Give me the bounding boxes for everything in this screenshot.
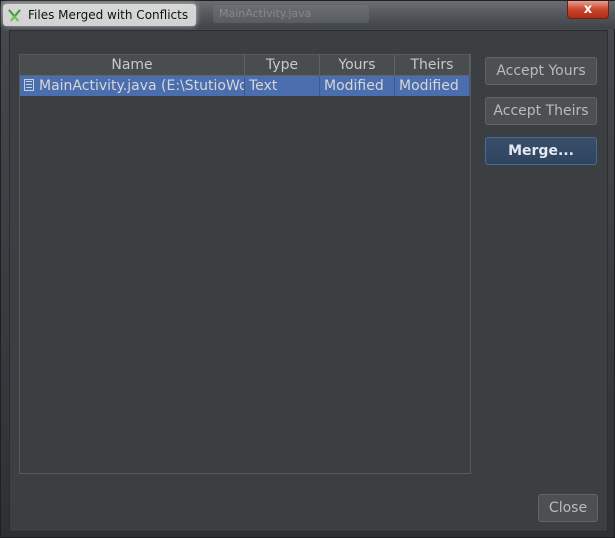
row-name-cell[interactable]: MainActivity.java (E:\StutioWo bbox=[20, 76, 245, 96]
dialog-content: Name Type Yours Theirs MainActivity.java… bbox=[9, 30, 608, 532]
conflicts-table: Name Type Yours Theirs MainActivity.java… bbox=[19, 54, 471, 474]
background-window-title: MainActivity.java bbox=[213, 5, 369, 23]
close-button[interactable]: Close bbox=[538, 494, 598, 522]
column-header-name[interactable]: Name bbox=[20, 55, 245, 75]
accept-yours-button[interactable]: Accept Yours bbox=[485, 57, 597, 85]
window-close-button[interactable]: x bbox=[567, 1, 609, 19]
row-yours-cell[interactable]: Modified bbox=[320, 76, 395, 96]
column-header-yours[interactable]: Yours bbox=[320, 55, 395, 75]
accept-theirs-button[interactable]: Accept Theirs bbox=[485, 97, 597, 125]
title-label-container: Files Merged with Conflicts bbox=[3, 4, 197, 26]
table-header: Name Type Yours Theirs bbox=[20, 55, 470, 76]
window-title: Files Merged with Conflicts bbox=[28, 8, 189, 22]
row-name-text: MainActivity.java (E:\StutioWo bbox=[39, 78, 245, 94]
merge-button[interactable]: Merge... bbox=[485, 137, 597, 165]
title-bar[interactable]: Files Merged with Conflicts MainActivity… bbox=[1, 1, 615, 29]
file-icon bbox=[24, 79, 34, 91]
column-header-type[interactable]: Type bbox=[245, 55, 320, 75]
dialog-window: Files Merged with Conflicts MainActivity… bbox=[0, 0, 615, 538]
table-row[interactable]: MainActivity.java (E:\StutioWo Text Modi… bbox=[20, 76, 470, 96]
android-studio-icon bbox=[8, 8, 21, 22]
column-header-theirs[interactable]: Theirs bbox=[395, 55, 470, 75]
row-theirs-cell[interactable]: Modified bbox=[395, 76, 470, 96]
row-type-cell[interactable]: Text bbox=[245, 76, 320, 96]
